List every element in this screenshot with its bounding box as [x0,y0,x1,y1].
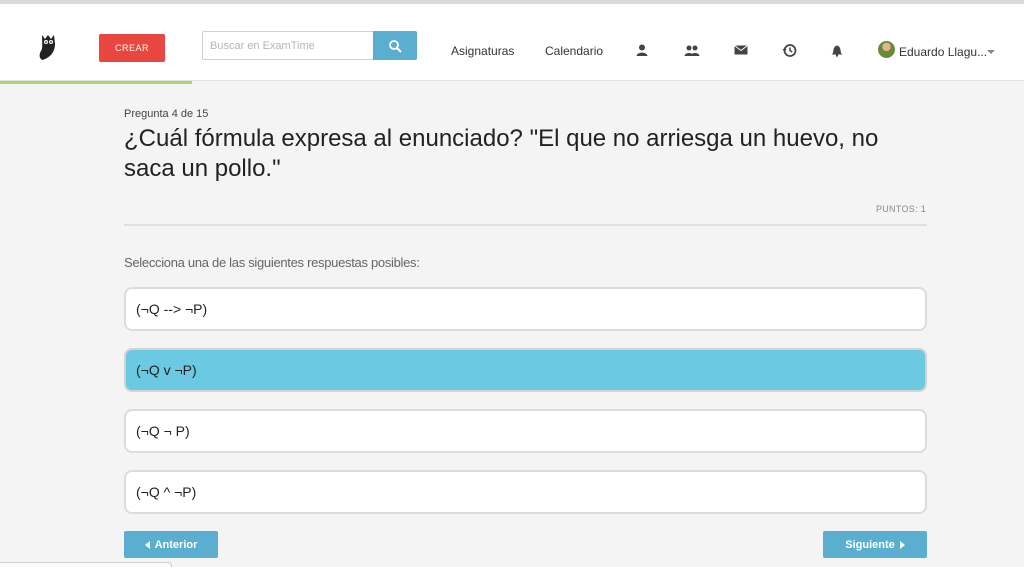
caret-right-icon [899,540,905,549]
answer-text: (¬Q --> ¬P) [136,301,208,317]
answer-text: (¬Q ^ ¬P) [136,484,197,500]
history-icon[interactable] [781,42,797,58]
answer-option-2[interactable]: (¬Q v ¬P) [124,348,927,392]
previous-button[interactable]: Anterior [124,531,218,558]
top-navbar: CREAR Asignaturas Calendario Eduardo Lla… [0,4,1024,84]
user-icon[interactable] [634,42,650,58]
question-counter: Pregunta 4 de 15 [124,108,209,120]
next-button-label: Siguiente [845,538,895,551]
chevron-down-icon[interactable] [987,50,995,54]
owl-logo-icon[interactable] [36,32,62,62]
nav-calendar-link[interactable]: Calendario [545,44,603,58]
header-progress-bar [0,81,192,84]
caret-left-icon [144,540,150,549]
next-button[interactable]: Siguiente [823,531,927,558]
answer-text: (¬Q ¬ P) [136,423,190,439]
search-button[interactable] [373,31,417,60]
answer-instruction: Selecciona una de las siguientes respues… [124,255,420,270]
mail-icon[interactable] [733,42,749,58]
question-title: ¿Cuál fórmula expresa al enunciado? "El … [124,125,879,182]
answer-option-3[interactable]: (¬Q ¬ P) [124,409,927,453]
answer-text: (¬Q v ¬P) [136,362,197,378]
group-icon[interactable] [684,42,700,58]
previous-button-label: Anterior [154,538,198,551]
bottom-tab-edge [0,562,172,567]
search-input[interactable] [202,31,374,60]
question-divider [124,224,927,226]
search-icon [389,39,402,53]
points-label: PUNTOS: 1 [875,204,926,214]
avatar[interactable] [878,41,895,58]
user-name[interactable]: Eduardo Llagu... [899,45,987,59]
answer-option-4[interactable]: (¬Q ^ ¬P) [124,470,927,514]
nav-subjects-link[interactable]: Asignaturas [451,44,514,58]
create-button[interactable]: CREAR [99,34,165,62]
answer-option-1[interactable]: (¬Q --> ¬P) [124,287,927,331]
notifications-bell-icon[interactable] [829,42,845,58]
